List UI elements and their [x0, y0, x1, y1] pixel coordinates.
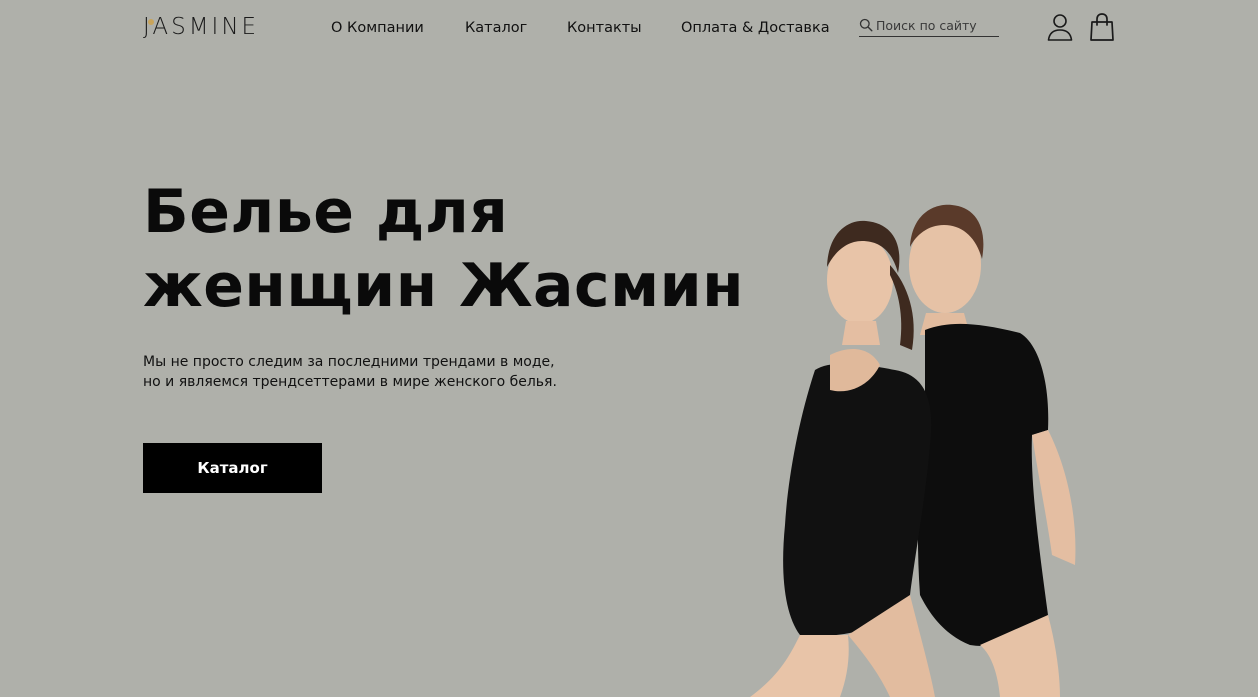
search-icon[interactable]	[859, 18, 873, 32]
hero-models-image	[750, 204, 1076, 697]
site-header: JASMINE О Компании Каталог Контакты Опла…	[0, 0, 1258, 60]
hero-title-line-2: женщин Жасмин	[143, 251, 745, 321]
logo-text: JASMINE	[143, 14, 260, 40]
shopping-bag-icon	[1090, 13, 1114, 41]
site-logo[interactable]: JASMINE	[143, 12, 259, 42]
hero-title: Белье для женщин Жасмин	[143, 175, 783, 323]
hero-description: Мы не просто следим за последними тренда…	[143, 352, 563, 392]
model-right	[909, 204, 1076, 697]
hero-title-line-1: Белье для	[143, 177, 509, 247]
nav-item-catalog[interactable]: Каталог	[465, 18, 527, 38]
logo-accent-dot	[148, 19, 154, 25]
user-icon	[1047, 14, 1073, 41]
nav-item-payment-delivery[interactable]: Оплата & Доставка	[681, 18, 830, 38]
search-field	[859, 14, 999, 37]
catalog-button[interactable]: Каталог	[143, 443, 322, 493]
cart-button[interactable]	[1088, 12, 1116, 42]
nav-item-company[interactable]: О Компании	[331, 18, 424, 38]
hero-description-line-1: Мы не просто следим за последними тренда…	[143, 354, 555, 370]
nav-item-contacts[interactable]: Контакты	[567, 18, 642, 38]
model-left	[750, 220, 935, 697]
hero-description-line-2: но и являемся трендсеттерами в мире женс…	[143, 374, 557, 390]
account-button[interactable]	[1046, 12, 1074, 42]
search-input[interactable]	[876, 17, 996, 33]
